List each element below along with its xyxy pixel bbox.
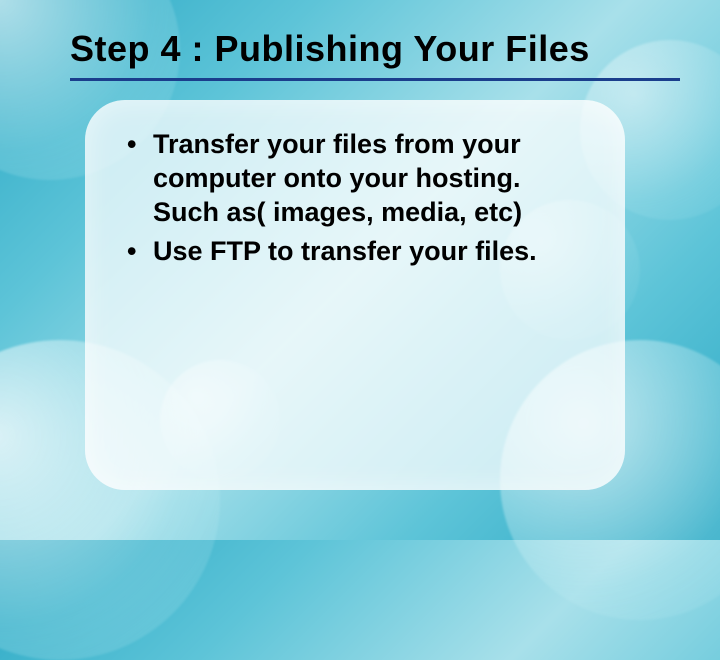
content-panel: Transfer your files from your computer o… [85,100,625,490]
list-item: Transfer your files from your computer o… [121,128,585,229]
title-underline [70,78,680,81]
bullet-list: Transfer your files from your computer o… [121,128,585,269]
slide-title: Step 4 : Publishing Your Files [70,28,680,70]
list-item: Use FTP to transfer your files. [121,235,585,269]
